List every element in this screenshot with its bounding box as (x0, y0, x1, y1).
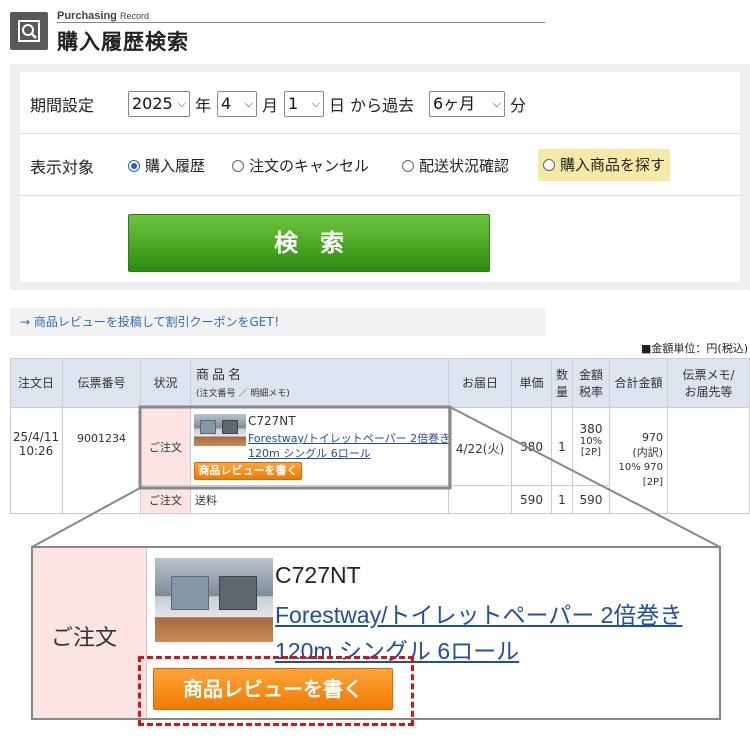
zoom-product-code: C727NT (275, 562, 361, 588)
highlight-dashed-frame (138, 656, 414, 726)
zoom-panel: ご注文 C727NT Forestway/トイレットペーパー 2倍巻き 120m… (31, 546, 721, 726)
zoom-product-name-link-1[interactable]: Forestway/トイレットペーパー 2倍巻き (275, 596, 682, 630)
zoom-status-cell: ご注文 (33, 548, 147, 718)
zoom-status-label: ご注文 (51, 626, 118, 651)
zoom-product-thumbnail[interactable] (155, 558, 273, 642)
